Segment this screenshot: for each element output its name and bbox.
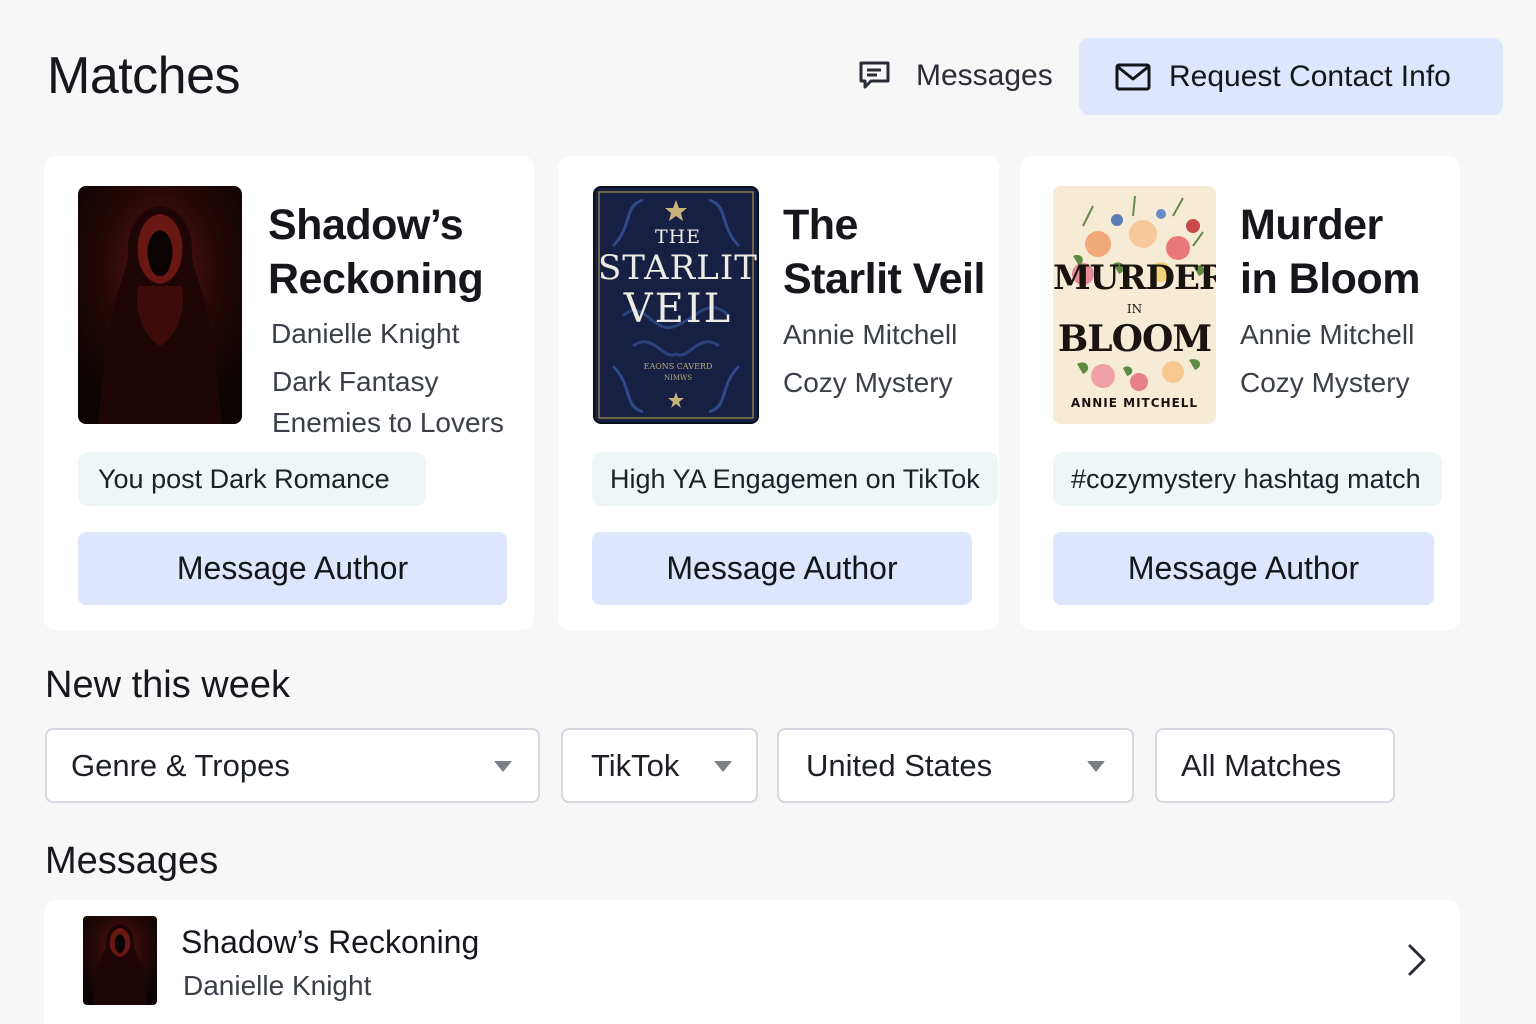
thread-title: Shadow’s Reckoning xyxy=(181,924,480,960)
author-name: Annie Mitchell xyxy=(783,319,958,350)
messages-link-label: Messages xyxy=(916,59,1053,92)
book-title: The Starlit Veil xyxy=(783,198,985,306)
book-cover: MURDER IN BLOOM ANNIE MITCHELL xyxy=(1053,186,1216,424)
messages-heading: Messages xyxy=(45,840,219,882)
messages-link[interactable]: Messages xyxy=(858,52,1053,100)
author-name: Danielle Knight xyxy=(271,318,460,349)
new-this-week-heading: New this week xyxy=(45,664,290,706)
book-title-line: Starlit Veil xyxy=(783,255,985,303)
cover-text: NIMWS xyxy=(663,374,693,382)
genre-tropes-filter[interactable]: Genre & Tropes xyxy=(45,728,540,803)
book-title: Murder in Bloom xyxy=(1240,198,1420,306)
cover-text: IN xyxy=(1126,302,1143,316)
request-contact-info-button[interactable]: Request Contact Info xyxy=(1079,38,1503,115)
match-reason-chip: #cozymystery hashtag match xyxy=(1053,452,1442,506)
genre-label: Dark Fantasy xyxy=(272,366,439,397)
genre-label: Cozy Mystery xyxy=(783,367,953,398)
message-author-button[interactable]: Message Author xyxy=(78,532,507,605)
caret-down-icon xyxy=(494,761,512,772)
thread-author: Danielle Knight xyxy=(183,970,372,1001)
author-name: Annie Mitchell xyxy=(1240,319,1415,350)
cover-text: BLOOM xyxy=(1057,318,1212,360)
book-cover: THE STARLIT VEIL EAONS CAVERD NIMWS xyxy=(593,186,759,424)
header: Matches Messages Request Contact Info xyxy=(0,0,1536,130)
filter-label: Genre & Tropes xyxy=(71,747,290,783)
book-title-line: Murder xyxy=(1240,201,1383,249)
book-title-line: Reckoning xyxy=(268,255,484,303)
hooded-figure-cover xyxy=(78,186,242,424)
match-reason-chip: High YA Engagemen on TikTok xyxy=(592,452,998,506)
filter-label: All Matches xyxy=(1181,747,1342,783)
caret-down-icon xyxy=(714,761,732,772)
genre-label: Cozy Mystery xyxy=(1240,367,1410,398)
match-card: Shadow’s Reckoning Danielle Knight Dark … xyxy=(44,156,534,630)
match-card: THE STARLIT VEIL EAONS CAVERD NIMWS The … xyxy=(558,156,999,630)
book-title-line: in Bloom xyxy=(1240,255,1420,303)
cover-text: STARLIT xyxy=(598,248,758,288)
cover-text: EAONS CAVERD xyxy=(643,362,713,371)
book-title-line: The xyxy=(783,201,858,249)
match-card: MURDER IN BLOOM ANNIE MITCHELL Murder in… xyxy=(1020,156,1460,630)
book-title: Shadow’s Reckoning xyxy=(268,198,484,306)
mail-icon xyxy=(1115,63,1151,90)
message-thread-row[interactable]: Shadow’s Reckoning Danielle Knight xyxy=(44,900,1460,1024)
filter-label: United States xyxy=(806,747,993,783)
caret-down-icon xyxy=(1087,761,1105,772)
hooded-figure-thumbnail xyxy=(83,916,157,1005)
book-cover xyxy=(78,186,242,424)
cover-text: THE xyxy=(654,226,702,248)
cover-text: ANNIE MITCHELL xyxy=(1070,396,1199,410)
message-author-button[interactable]: Message Author xyxy=(592,532,972,605)
chat-icon xyxy=(859,61,890,89)
book-title-line: Shadow’s xyxy=(268,201,464,249)
message-author-button[interactable]: Message Author xyxy=(1053,532,1434,605)
match-reason-chip: You post Dark Romance xyxy=(78,452,426,506)
page-title: Matches xyxy=(47,47,241,105)
request-contact-info-label: Request Contact Info xyxy=(1169,59,1451,93)
filter-label: TikTok xyxy=(591,747,680,783)
cover-text: VEIL xyxy=(623,286,733,332)
platform-filter[interactable]: TikTok xyxy=(561,728,758,803)
all-matches-filter[interactable]: All Matches xyxy=(1155,728,1395,803)
trope-label: Enemies to Lovers xyxy=(272,407,504,438)
chevron-right-icon[interactable] xyxy=(1402,940,1432,980)
country-filter[interactable]: United States xyxy=(777,728,1134,803)
thread-thumbnail xyxy=(83,916,157,1005)
cover-text: MURDER xyxy=(1053,258,1216,298)
